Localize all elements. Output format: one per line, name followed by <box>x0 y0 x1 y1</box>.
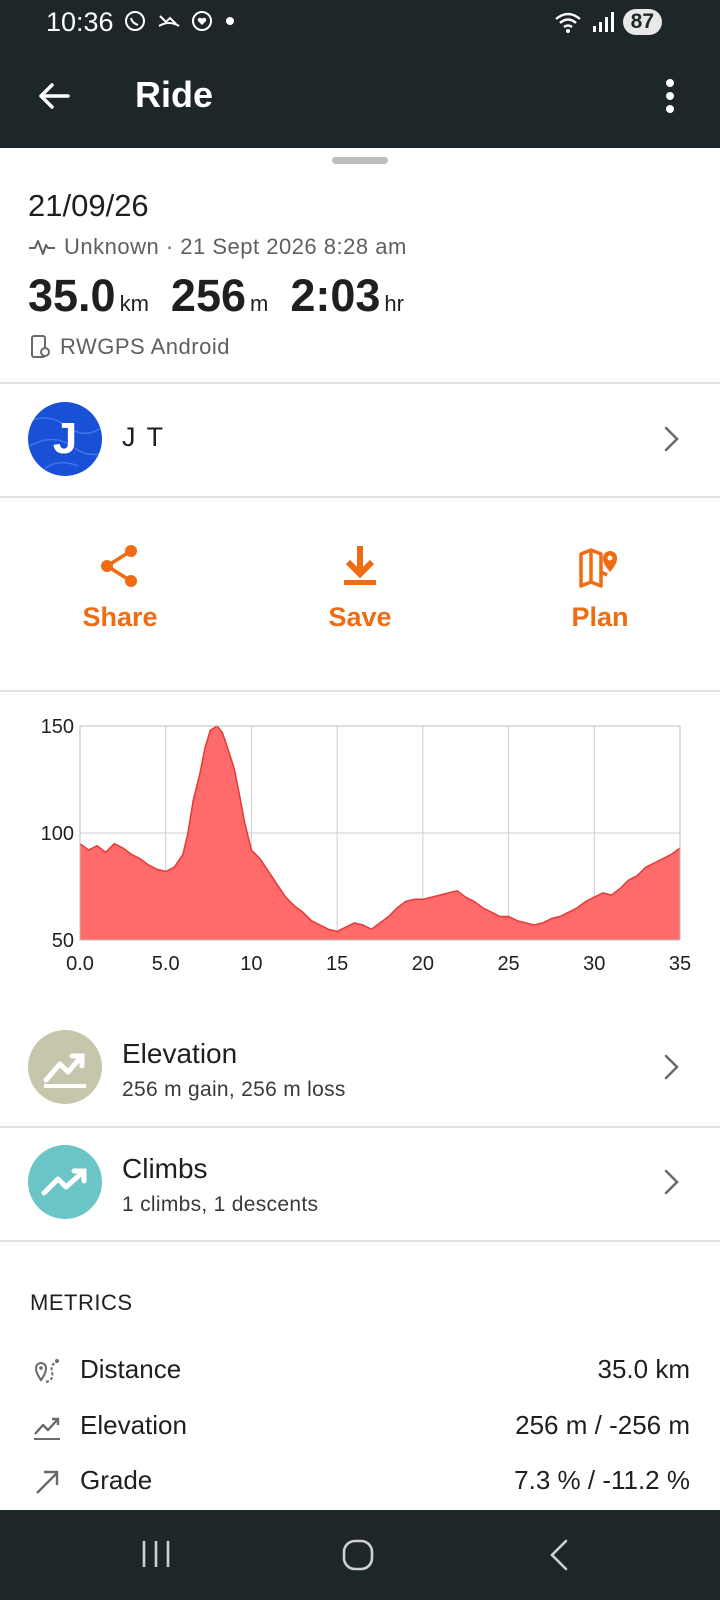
distance-unit: km <box>119 291 149 316</box>
metric-label: Grade <box>80 1465 153 1495</box>
share-icon <box>101 545 137 587</box>
ride-meta: Unknown · 21 Sept 2026 8:28 am <box>28 234 407 260</box>
trending-up-icon <box>41 1168 87 1196</box>
user-name: J T <box>122 422 166 452</box>
x-axis-labels: 0.0 5.0 10 15 20 25 30 35 <box>66 953 691 975</box>
distance-value: 35.0 <box>28 270 116 321</box>
elevation-row[interactable]: Elevation 256 m gain, 256 m loss <box>0 1012 720 1124</box>
divider <box>0 496 720 498</box>
avatar: J <box>28 402 102 476</box>
x-tick-label: 0.0 <box>66 953 94 975</box>
share-label: Share <box>82 602 158 632</box>
metric-value: 35.0 km <box>597 1354 691 1384</box>
metric-row: Grade 7.3 % / -11.2 % <box>0 1455 720 1505</box>
divider <box>0 690 720 692</box>
x-tick-label: 5.0 <box>152 953 180 975</box>
climbs-row[interactable]: Climbs 1 climbs, 1 descents <box>0 1127 720 1239</box>
status-time: 10:36 <box>46 7 114 37</box>
y-axis-labels: 50 100 150 <box>41 716 74 952</box>
ride-stats: 35.0 km 256 m 2:03 hr <box>28 270 426 322</box>
download-icon <box>344 546 376 585</box>
plan-label: Plan <box>571 602 629 632</box>
status-bar: 10:36 87 <box>0 0 720 46</box>
duration-unit: hr <box>384 291 404 316</box>
plan-button[interactable]: Plan <box>520 542 680 633</box>
status-right: 87 <box>553 9 662 35</box>
climbs-title: Climbs <box>122 1153 208 1184</box>
divider <box>0 1240 720 1242</box>
y-tick-label: 150 <box>41 716 74 738</box>
more-vert-icon[interactable] <box>660 76 680 116</box>
back-nav-icon[interactable] <box>546 1538 572 1572</box>
elevation-chart[interactable]: 50 100 150 0.0 5.0 10 15 20 25 30 35 <box>0 700 720 1000</box>
trend-up-icon <box>43 1053 86 1088</box>
back-arrow-icon[interactable] <box>34 76 74 116</box>
elevation-title: Elevation <box>122 1038 238 1069</box>
x-tick-label: 25 <box>497 953 519 975</box>
avatar-initial: J <box>52 414 78 463</box>
wifi-icon <box>554 12 581 33</box>
x-tick-label: 35 <box>669 953 691 975</box>
home-icon[interactable] <box>341 1538 375 1572</box>
user-row[interactable]: J J T <box>0 384 720 494</box>
metric-label: Distance <box>80 1354 182 1384</box>
metric-row: Elevation 256 m / -256 m <box>0 1400 720 1450</box>
x-tick-label: 20 <box>412 953 434 975</box>
system-nav-bar <box>0 1510 720 1600</box>
sheet-drag-handle[interactable] <box>332 157 388 164</box>
metric-value: 7.3 % / -11.2 % <box>514 1465 690 1495</box>
heart-app-icon <box>192 11 213 31</box>
share-button[interactable]: Share <box>40 542 200 633</box>
app-bar: Ride <box>0 46 720 148</box>
missed-call-icon <box>158 15 180 27</box>
metric-value: 256 m / -256 m <box>515 1410 690 1440</box>
distance-icon <box>34 1359 59 1383</box>
whatsapp-icon <box>125 11 145 31</box>
elevation-icon-badge <box>28 1030 102 1104</box>
activity-pulse-icon <box>29 240 55 255</box>
y-tick-label: 50 <box>52 930 74 952</box>
x-tick-label: 15 <box>326 953 348 975</box>
x-tick-label: 10 <box>240 953 262 975</box>
x-tick-label: 30 <box>583 953 605 975</box>
elevation-subtitle: 256 m gain, 256 m loss <box>122 1078 346 1101</box>
y-tick-label: 100 <box>41 823 74 845</box>
battery-level: 87 <box>622 9 662 35</box>
chevron-right-icon <box>664 1169 679 1195</box>
chevron-right-icon <box>664 426 679 452</box>
chevron-right-icon <box>664 1054 679 1080</box>
elevation-value: 256 <box>170 270 247 321</box>
device-name: RWGPS Android <box>60 334 230 359</box>
signal-icon <box>592 12 614 32</box>
metric-label: Elevation <box>80 1410 187 1440</box>
ride-summary: 21/09/26 Unknown · 21 Sept 2026 8:28 am … <box>28 188 698 359</box>
dot-icon <box>225 17 234 25</box>
duration-value: 2:03 <box>290 270 381 321</box>
ride-date: 21/09/26 <box>28 188 149 223</box>
device-info: RWGPS Android <box>28 334 230 360</box>
grade-arrow-icon <box>36 1470 59 1494</box>
save-button[interactable]: Save <box>280 542 440 633</box>
elevation-unit: m <box>250 291 269 316</box>
climbs-icon-badge <box>28 1145 102 1219</box>
notification-icons <box>124 10 236 38</box>
recent-apps-icon[interactable] <box>140 1538 172 1570</box>
climbs-subtitle: 1 climbs, 1 descents <box>122 1193 319 1216</box>
map-pin-icon <box>579 548 617 588</box>
metrics-heading: METRICS <box>30 1290 133 1315</box>
phone-device-icon <box>31 335 50 358</box>
page-title: Ride <box>135 74 214 115</box>
elevation-trend-icon <box>34 1417 60 1440</box>
ride-meta-text: Unknown · 21 Sept 2026 8:28 am <box>64 234 407 259</box>
save-label: Save <box>328 602 392 632</box>
metric-row: Distance 35.0 km <box>0 1344 720 1394</box>
action-bar: Share Save Plan <box>0 500 720 690</box>
